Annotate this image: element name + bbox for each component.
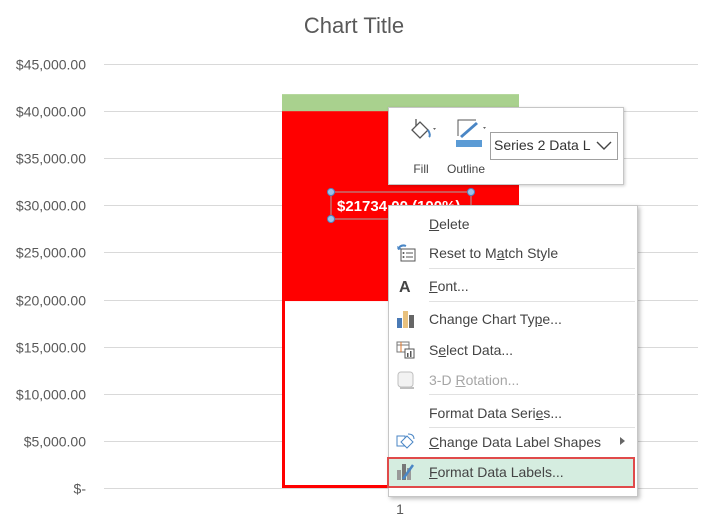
chart-type-icon	[395, 309, 417, 329]
menu-separator	[429, 268, 635, 269]
rotation-3d-icon	[395, 370, 417, 390]
outline-label: Outline	[446, 162, 486, 176]
fill-button[interactable]: Fill	[401, 116, 441, 176]
menu-item-select-data[interactable]: Select Data...	[389, 336, 637, 364]
pencil-outline-icon	[456, 119, 486, 147]
menu-item-label: Select Data...	[429, 342, 514, 358]
menu-item-label: 3-D Rotation...	[429, 372, 520, 388]
menu-item-label: Format Data Labels...	[429, 464, 564, 480]
svg-text:A: A	[399, 279, 411, 296]
y-tick-label: $20,000.00	[16, 293, 86, 309]
reset-style-icon	[395, 243, 417, 263]
select-data-icon	[395, 340, 417, 360]
y-tick-label: $15,000.00	[16, 340, 86, 356]
selection-handle[interactable]	[327, 215, 335, 223]
menu-item-change-chart-type[interactable]: Change Chart Type...	[389, 305, 637, 333]
y-tick-label: $35,000.00	[16, 151, 86, 167]
y-tick-label: $25,000.00	[16, 245, 86, 261]
font-icon: A	[395, 276, 417, 296]
menu-item-3-d-rotation[interactable]: 3-D Rotation...	[389, 366, 637, 394]
context-menu: Delete Reset to Match Style A Font... Change…	[387, 205, 638, 497]
menu-item-label: Format Data Series...	[429, 405, 563, 421]
menu-item-format-data-labels[interactable]: Format Data Labels...	[387, 457, 635, 488]
chart-element-value: Series 2 Data L	[494, 137, 591, 153]
menu-item-format-data-series[interactable]: Format Data Series...	[389, 399, 637, 427]
chevron-down-icon	[596, 141, 612, 150]
paint-bucket-icon	[411, 119, 436, 139]
label-shapes-icon	[395, 432, 417, 452]
format-labels-icon	[395, 462, 417, 482]
y-tick-label: $45,000.00	[16, 57, 86, 73]
menu-item-delete[interactable]: Delete	[389, 210, 637, 238]
menu-item-label: Delete	[429, 216, 470, 232]
menu-item-label: Font...	[429, 278, 469, 294]
y-tick-label: $40,000.00	[16, 104, 86, 120]
menu-item-font[interactable]: A Font...	[389, 272, 637, 300]
y-tick-label: $5,000.00	[24, 434, 86, 450]
mini-toolbar: Fill Outline Series 2 Data L	[388, 107, 624, 185]
selection-handle[interactable]	[467, 188, 475, 196]
chart-element-selector[interactable]: Series 2 Data L	[490, 132, 618, 160]
menu-item-change-data-label-shapes[interactable]: Change Data Label Shapes	[389, 428, 637, 456]
menu-item-label: Reset to Match Style	[429, 245, 559, 261]
selection-handle[interactable]	[327, 188, 335, 196]
y-tick-label: $30,000.00	[16, 198, 86, 214]
outline-button[interactable]: Outline	[441, 116, 491, 176]
chart-title[interactable]: Chart Title	[304, 13, 404, 38]
submenu-arrow-icon	[620, 437, 625, 445]
menu-item-label: Change Data Label Shapes	[429, 434, 602, 450]
y-tick-label: $10,000.00	[16, 387, 86, 403]
menu-separator	[429, 394, 635, 395]
x-tick-label: 1	[396, 501, 404, 517]
fill-label: Fill	[413, 162, 429, 176]
y-tick-label: $-	[74, 481, 87, 497]
menu-separator	[429, 301, 635, 302]
menu-item-label: Change Chart Type...	[429, 311, 562, 327]
menu-item-reset-to-match-style[interactable]: Reset to Match Style	[389, 239, 637, 267]
